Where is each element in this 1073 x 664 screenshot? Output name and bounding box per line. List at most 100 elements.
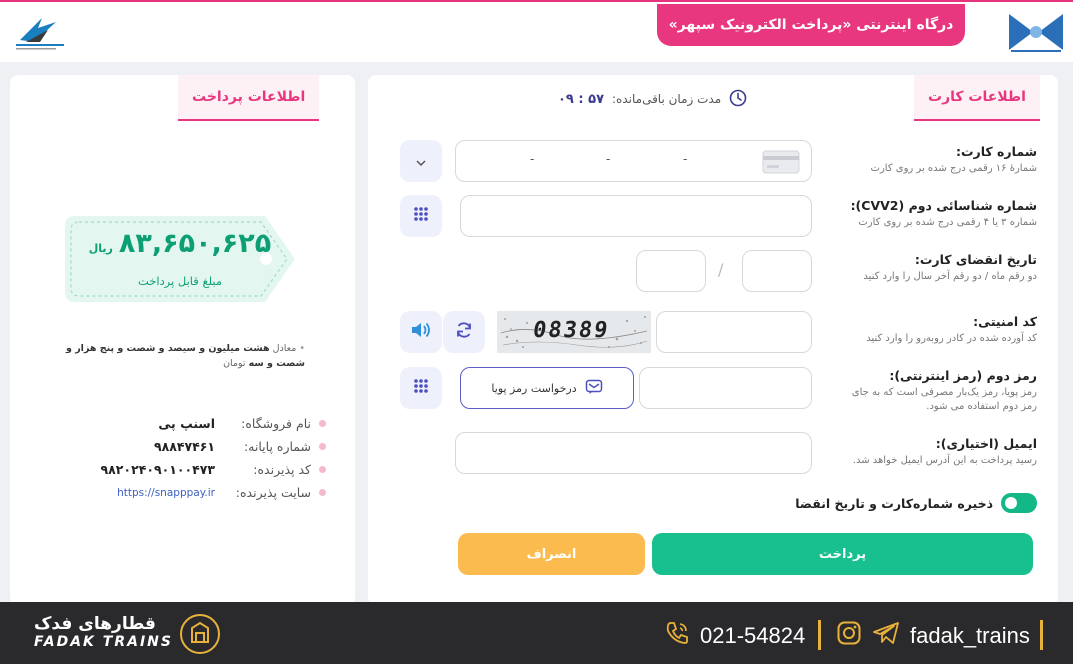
amount-display: ۸۳,۶۵۰,۶۲۵ ریال — [75, 228, 285, 259]
merchant-site-link[interactable]: https://snapppay.ir — [117, 487, 215, 499]
expiry-year-field[interactable] — [636, 250, 706, 292]
refresh-icon — [454, 320, 474, 344]
captcha-text: 08389 — [531, 318, 611, 343]
cvv2-field[interactable] — [460, 195, 812, 237]
email-hint: رسید پرداخت به این آدرس ایمیل خواهد شد. — [852, 455, 1037, 466]
amount-value: ۸۳,۶۵۰,۶۲۵ — [118, 228, 272, 259]
info-row-store: نام فروشگاه: اسنپ پی — [70, 416, 326, 431]
amount-currency: ریال — [88, 242, 113, 255]
email-label-block: ایمیل (اختیاری): رسید پرداخت به این آدرس… — [853, 436, 1037, 468]
brand-name-fa: قطارهای فدک — [34, 614, 156, 634]
cvv2-label-block: شماره شناسائی دوم (CVV2): شماره ۳ یا ۴ ر… — [851, 198, 1037, 230]
info-value: ۹۸۲۰۲۴۰۹۰۱۰۰۴۷۳ — [100, 462, 215, 477]
pin2-keypad-button[interactable] — [400, 367, 442, 409]
request-otp-label: درخواست رمز پویا — [491, 381, 577, 395]
card-sep-3: - — [683, 152, 688, 166]
top-bar: درگاه اینترنتی «پرداخت الکترونیک سپهر» — [0, 0, 1073, 62]
expiry-label: تاریخ انقضای کارت: — [914, 252, 1037, 267]
card-number-label: شماره کارت: — [955, 144, 1037, 159]
chevron-down-icon — [415, 152, 427, 171]
captcha-field[interactable] — [656, 311, 812, 353]
instagram-icon — [836, 620, 862, 652]
words-prefix: معادل — [272, 343, 297, 354]
expiry-month-field[interactable] — [742, 250, 812, 292]
pin2-field[interactable] — [639, 367, 812, 409]
brand-name-en: FADAK TRAINS — [34, 634, 173, 650]
pin2-label: رمز دوم (رمز اینترنتی): — [889, 368, 1037, 383]
captcha-hint: کد آورده شده در کادر روبه‌رو را وارد کنی… — [866, 333, 1037, 344]
card-number-label-block: شماره کارت: شمارهٔ ۱۶ رقمی درج شده بر رو… — [871, 144, 1037, 176]
footer-divider — [818, 620, 821, 650]
expiry-hint: دو رقم ماه / دو رقم آخر سال را وارد کنید — [863, 271, 1037, 282]
phone-icon — [664, 620, 690, 652]
card-sep-1: - — [530, 152, 535, 166]
payment-info-panel — [10, 75, 355, 605]
info-value: ۹۸۸۴۷۴۶۱ — [153, 439, 215, 454]
phone-number: 021-54824 — [700, 623, 806, 648]
save-card-row: ذخیره شماره‌کارت و تاریخ انقضا — [795, 493, 1037, 513]
save-card-toggle[interactable] — [1001, 493, 1037, 513]
expiry-label-block: تاریخ انقضای کارت: دو رقم ماه / دو رقم آ… — [863, 252, 1037, 284]
cvv2-keypad-button[interactable] — [400, 195, 442, 237]
card-number-field[interactable]: - - - — [455, 140, 812, 182]
timer-value: ۵۷ : ۰۹ — [558, 91, 605, 107]
footer-bar: قطارهای فدک FADAK TRAINS 021-54824 fadak… — [0, 602, 1073, 664]
card-number-hint: شمارهٔ ۱۶ رقمی درج شده بر روی کارت — [870, 163, 1037, 174]
bullet-icon — [319, 466, 326, 473]
clock-icon — [729, 89, 747, 110]
speaker-icon — [410, 320, 432, 344]
save-card-label: ذخیره شماره‌کارت و تاریخ انقضا — [795, 495, 993, 511]
words-unit: تومان — [223, 358, 246, 370]
credit-card-icon — [762, 150, 800, 178]
fadak-emblem-icon — [178, 612, 222, 656]
footer-divider — [1040, 620, 1043, 650]
bullet-icon — [319, 443, 326, 450]
info-key: کد پذیرنده: — [253, 462, 311, 477]
timer-label: مدت زمان باقی‌مانده: — [612, 92, 722, 106]
words-text: هشت میلیون و سیصد و شصت و پنج هزار و شصت… — [66, 343, 305, 370]
email-label: ایمیل (اختیاری): — [935, 436, 1037, 451]
request-otp-button[interactable]: درخواست رمز پویا — [460, 367, 634, 409]
bullet-icon — [319, 420, 326, 427]
social-handle: fadak_trains — [910, 623, 1030, 648]
info-value: اسنپ پی — [158, 416, 215, 431]
cancel-button[interactable]: انصراف — [458, 533, 645, 575]
cvv2-hint: شماره ۳ یا ۴ رقمی درج شده بر روی کارت — [858, 217, 1037, 228]
info-key: نام فروشگاه: — [241, 416, 311, 431]
captcha-refresh-button[interactable] — [443, 311, 485, 353]
info-row-terminal: شماره پایانه: ۹۸۸۴۷۴۶۱ — [70, 439, 326, 454]
amount-caption: مبلغ قابل پرداخت — [137, 274, 223, 288]
countdown-timer: مدت زمان باقی‌مانده: ۵۷ : ۰۹ — [558, 88, 747, 110]
footer-brand: قطارهای فدک FADAK TRAINS — [34, 614, 173, 650]
saved-cards-dropdown-button[interactable] — [400, 140, 442, 182]
pin2-hint: رمز پویا، رمز یک‌بار مصرفی است که به جای… — [851, 387, 1037, 412]
bullet-icon: • — [299, 343, 305, 354]
captcha-audio-button[interactable] — [400, 311, 442, 353]
pin2-label-block: رمز دوم (رمز اینترنتی): رمز پویا، رمز یک… — [837, 368, 1037, 414]
keypad-icon — [413, 206, 429, 226]
tab-payment-info[interactable]: اطلاعات پرداخت — [178, 75, 320, 121]
tab-card-info[interactable]: اطلاعات کارت — [914, 75, 1040, 121]
info-row-merchant-code: کد پذیرنده: ۹۸۲۰۲۴۰۹۰۱۰۰۴۷۳ — [70, 462, 326, 477]
email-field[interactable] — [455, 432, 812, 474]
info-row-site: سایت پذیرنده: https://snapppay.ir — [70, 485, 326, 500]
captcha-label: کد امنیتی: — [973, 314, 1037, 329]
pay-button[interactable]: پرداخت — [652, 533, 1033, 575]
footer-social[interactable]: fadak_trains — [836, 620, 1030, 652]
page-title: درگاه اینترنتی «پرداخت الکترونیک سپهر» — [657, 4, 965, 46]
footer-phone[interactable]: 021-54824 — [664, 620, 805, 652]
bullet-icon — [319, 489, 326, 496]
sepehr-logo — [12, 12, 68, 52]
cvv2-label: شماره شناسائی دوم (CVV2): — [850, 198, 1037, 213]
info-key: شماره پایانه: — [243, 439, 311, 454]
amount-in-words: • معادل هشت میلیون و سیصد و شصت و پنج هز… — [40, 341, 305, 371]
card-sep-2: - — [606, 152, 611, 166]
message-icon — [585, 379, 603, 398]
bank-logo — [1003, 10, 1069, 54]
telegram-icon — [872, 620, 900, 652]
captcha-label-block: کد امنیتی: کد آورده شده در کادر روبه‌رو … — [866, 314, 1037, 346]
info-key: سایت پذیرنده: — [235, 485, 311, 500]
keypad-icon — [413, 378, 429, 398]
captcha-image: 08389 — [497, 311, 651, 353]
expiry-separator: / — [718, 260, 724, 279]
